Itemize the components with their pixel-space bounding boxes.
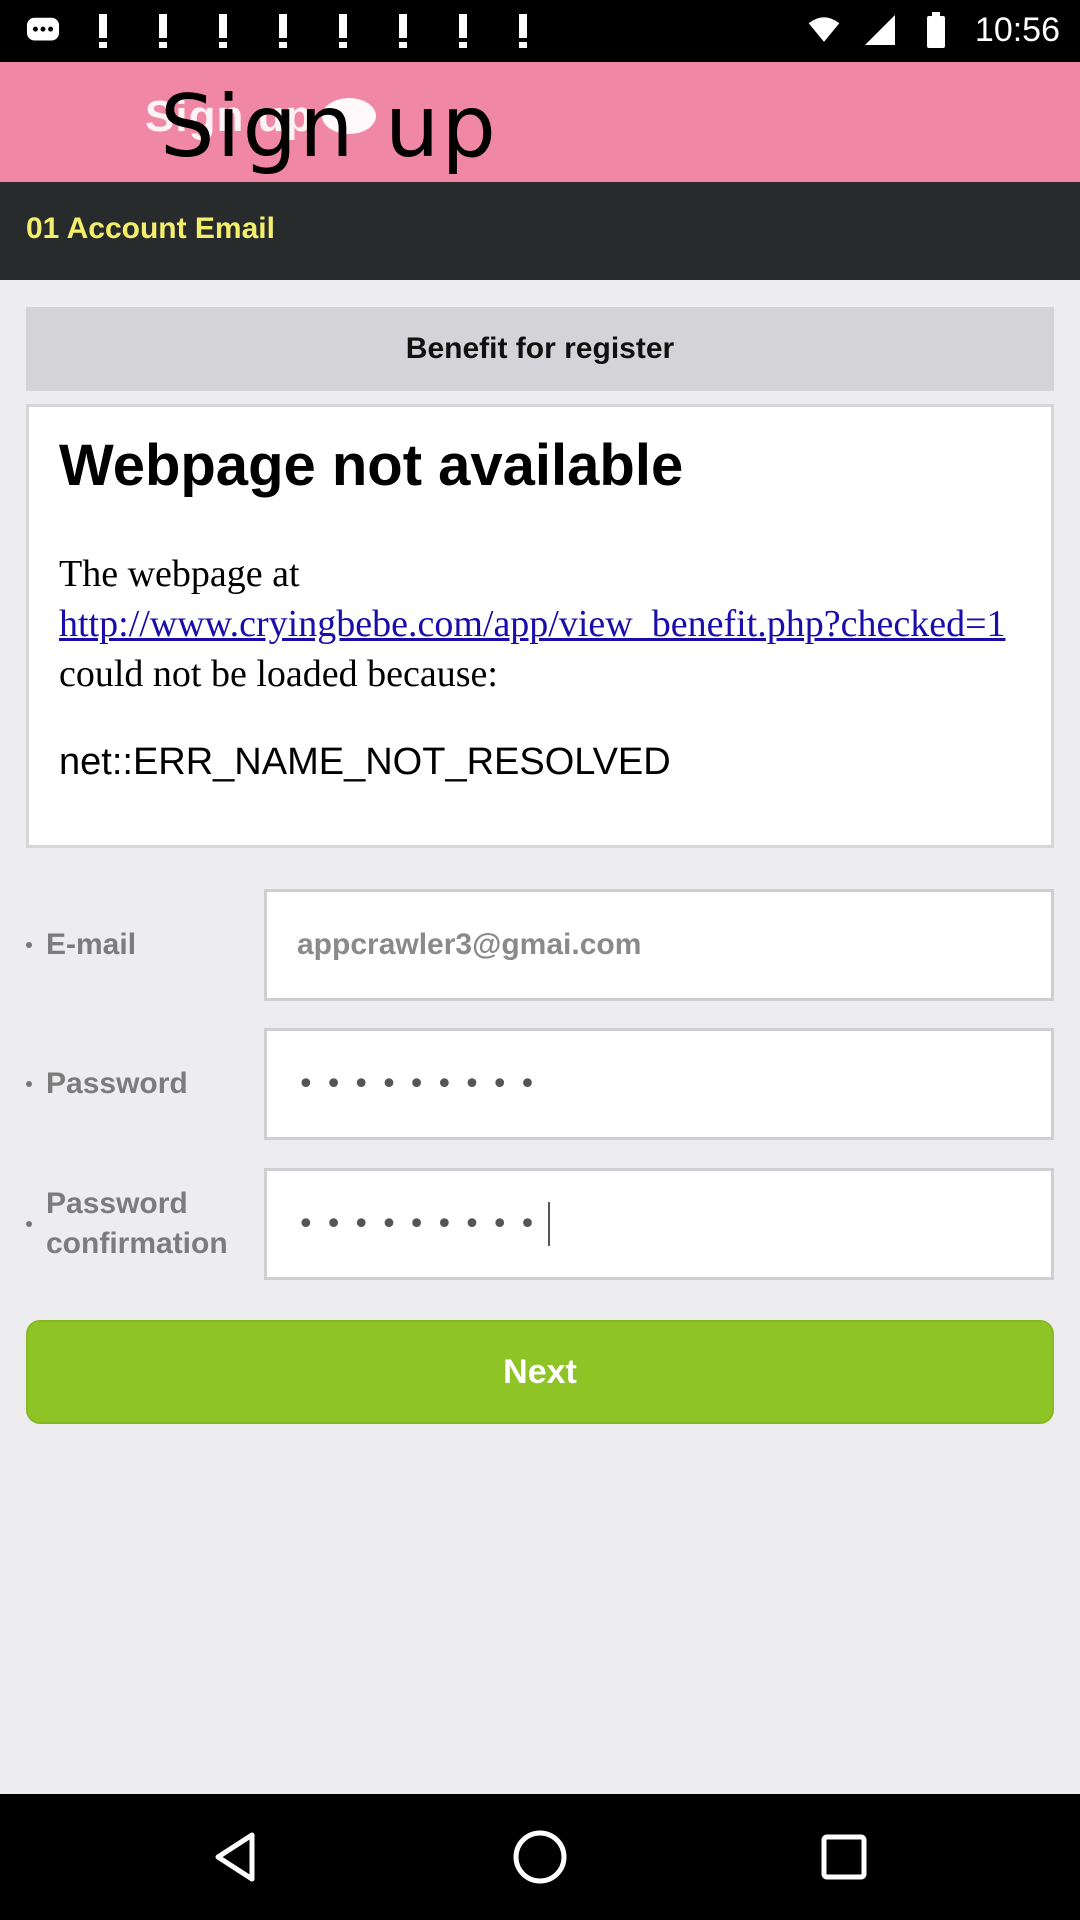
notification-icon <box>266 14 300 48</box>
notification-icon <box>506 14 540 48</box>
signal-icon <box>863 13 897 47</box>
clock: 10:56 <box>974 10 1060 49</box>
bullet-icon <box>26 1081 32 1087</box>
step-label: 01 Account Email <box>26 212 275 245</box>
bullet-icon <box>26 1221 32 1227</box>
battery-icon <box>919 12 953 48</box>
error-message: The webpage at http://www.cryingbebe.com… <box>59 549 1021 699</box>
step-bar: 01 Account Email <box>0 182 1080 280</box>
benefit-header: Benefit for register <box>26 307 1054 391</box>
text-cursor <box>548 1202 551 1246</box>
next-button[interactable]: Next <box>26 1320 1054 1424</box>
notification-icon <box>386 14 420 48</box>
password-value: ••••••••• <box>297 1066 547 1102</box>
notification-icon <box>146 14 180 48</box>
error-suffix: could not be loaded because: <box>59 653 498 695</box>
next-button-label: Next <box>503 1352 577 1391</box>
bullet-icon <box>26 942 32 948</box>
notification-icon <box>326 14 360 48</box>
notification-icon <box>86 14 120 48</box>
messages-icon <box>26 14 60 48</box>
email-label: E-mail <box>26 889 256 1001</box>
error-prefix: The webpage at <box>59 553 300 595</box>
password-row: Password ••••••••• <box>26 1028 1054 1140</box>
navigation-bar <box>0 1794 1080 1920</box>
email-row: E-mail appcrawler3@gmai.com <box>26 889 1054 1001</box>
wifi-icon <box>807 13 841 47</box>
password-confirmation-row: Password confirmation ••••••••• <box>26 1168 1054 1280</box>
app-header: Sign up Sign up <box>0 62 1080 182</box>
notification-icons <box>26 12 540 50</box>
password-confirmation-value: ••••••••• <box>297 1206 547 1242</box>
error-title: Webpage not available <box>59 433 684 498</box>
notification-icon <box>206 14 240 48</box>
page-title: Sign up <box>160 77 499 177</box>
recents-icon[interactable] <box>811 1824 877 1890</box>
password-confirmation-field[interactable]: ••••••••• <box>264 1168 1054 1280</box>
home-icon[interactable] <box>507 1824 573 1890</box>
password-label: Password <box>26 1028 256 1140</box>
benefit-title: Benefit for register <box>405 332 675 365</box>
email-value: appcrawler3@gmai.com <box>297 928 642 961</box>
password-field[interactable]: ••••••••• <box>264 1028 1054 1140</box>
back-icon[interactable] <box>203 1824 269 1890</box>
status-bar: 10:56 <box>0 0 1080 62</box>
error-url-link[interactable]: http://www.cryingbebe.com/app/view_benef… <box>59 603 1006 645</box>
notification-icon <box>446 14 480 48</box>
password-confirmation-label: Password confirmation <box>26 1168 256 1280</box>
email-field[interactable]: appcrawler3@gmai.com <box>264 889 1054 1001</box>
error-code: net::ERR_NAME_NOT_RESOLVED <box>59 741 671 783</box>
benefit-webview[interactable]: Webpage not available The webpage at htt… <box>26 404 1054 848</box>
